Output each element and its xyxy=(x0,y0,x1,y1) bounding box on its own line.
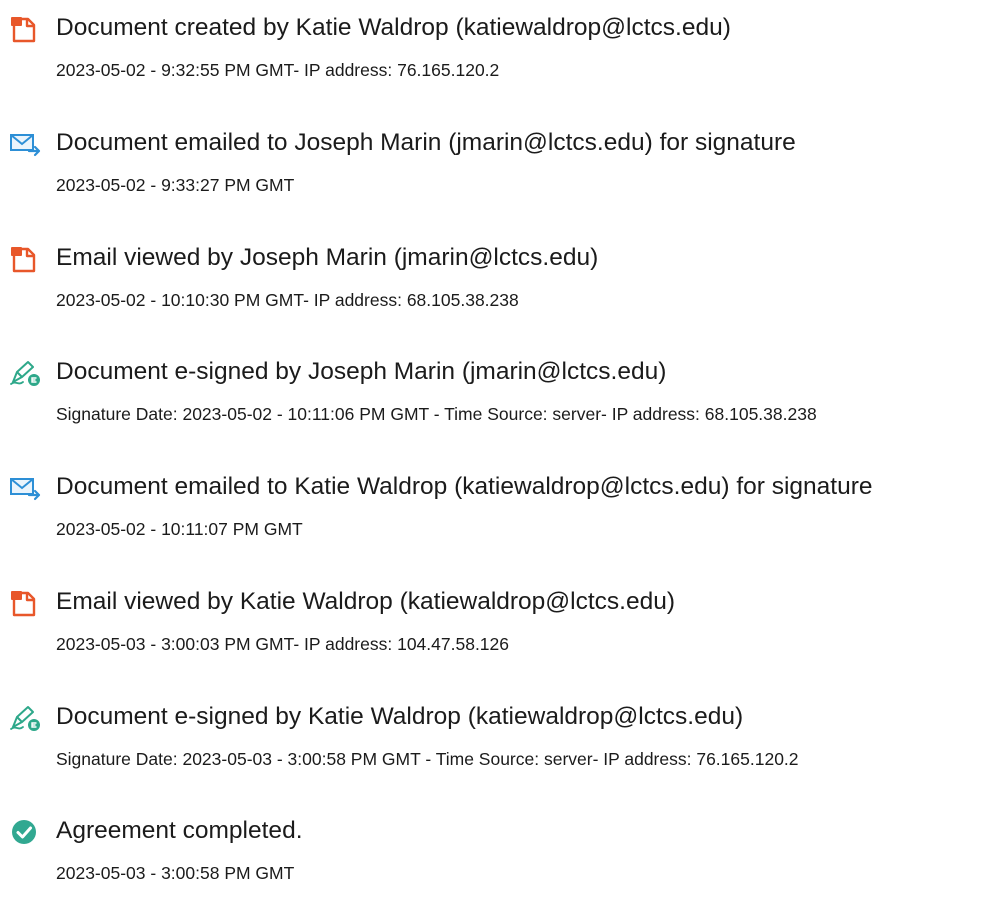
email-icon xyxy=(8,473,42,503)
entry-title: Document e-signed by Joseph Marin (jmari… xyxy=(56,358,667,385)
audit-entry: Document emailed to Katie Waldrop (katie… xyxy=(0,463,986,563)
entry-detail: 2023-05-02 - 10:10:30 PM GMT- IP address… xyxy=(56,290,519,310)
audit-entry: Email viewed by Katie Waldrop (katiewald… xyxy=(0,578,986,678)
entry-detail: Signature Date: 2023-05-03 - 3:00:58 PM … xyxy=(56,749,799,769)
entry-title: Agreement completed. xyxy=(56,817,303,844)
email-icon xyxy=(8,129,42,159)
audit-entry: Document e-signed by Katie Waldrop (kati… xyxy=(0,693,986,793)
entry-title: Document emailed to Joseph Marin (jmarin… xyxy=(56,129,796,156)
entry-detail: 2023-05-03 - 3:00:58 PM GMT xyxy=(56,863,295,883)
entry-detail: 2023-05-02 - 9:33:27 PM GMT xyxy=(56,175,295,195)
entry-detail: Signature Date: 2023-05-02 - 10:11:06 PM… xyxy=(56,404,817,424)
entry-title: Document created by Katie Waldrop (katie… xyxy=(56,14,731,41)
document-icon xyxy=(8,588,42,618)
audit-entry: Agreement completed. 2023-05-03 - 3:00:5… xyxy=(0,807,986,907)
audit-entry: Email viewed by Joseph Marin (jmarin@lct… xyxy=(0,234,986,334)
document-icon xyxy=(8,244,42,274)
entry-detail: 2023-05-02 - 10:11:07 PM GMT xyxy=(56,519,303,539)
checkmark-circle-icon xyxy=(8,817,42,847)
audit-entry: Document created by Katie Waldrop (katie… xyxy=(0,4,986,104)
entry-title: Document e-signed by Katie Waldrop (kati… xyxy=(56,703,744,730)
entry-title: Email viewed by Katie Waldrop (katiewald… xyxy=(56,588,676,615)
audit-entry: Document emailed to Joseph Marin (jmarin… xyxy=(0,119,986,219)
audit-entry: Document e-signed by Joseph Marin (jmari… xyxy=(0,348,986,448)
document-icon xyxy=(8,14,42,44)
esign-pen-icon xyxy=(8,703,42,733)
entry-title: Document emailed to Katie Waldrop (katie… xyxy=(56,473,873,500)
entry-detail: 2023-05-02 - 9:32:55 PM GMT- IP address:… xyxy=(56,60,500,80)
entry-detail: 2023-05-03 - 3:00:03 PM GMT- IP address:… xyxy=(56,634,510,654)
entry-title: Email viewed by Joseph Marin (jmarin@lct… xyxy=(56,244,599,271)
esign-pen-icon xyxy=(8,358,42,388)
